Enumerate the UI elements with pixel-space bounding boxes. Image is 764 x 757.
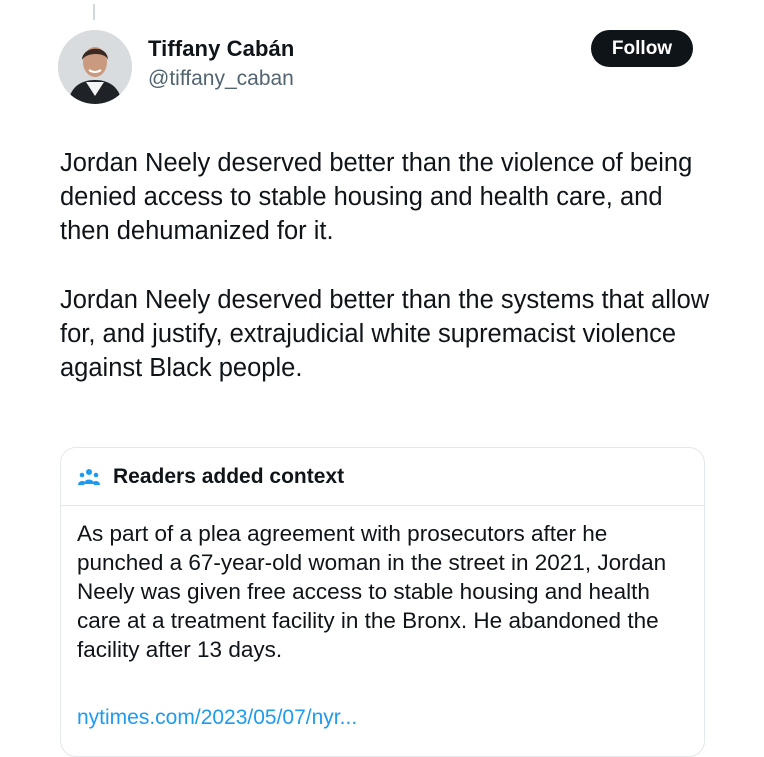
people-group-icon [77,465,101,489]
thread-connector-line [93,4,95,20]
tweet-paragraph: Jordan Neely deserved better than the vi… [60,149,693,245]
community-note-source-link[interactable]: nytimes.com/2023/05/07/nyr... [77,706,357,730]
community-note-body: As part of a plea agreement with prosecu… [77,521,667,662]
author-name[interactable]: Tiffany Cabán [148,36,294,62]
tweet-paragraph: Jordan Neely deserved better than the sy… [60,286,710,382]
community-note-card: Readers added context As part of a plea … [60,447,705,757]
community-note-title: Readers added context [113,464,345,488]
follow-button[interactable]: Follow [591,30,693,67]
author-handle[interactable]: @tiffany_caban [148,67,294,91]
avatar-photo-icon [58,30,132,104]
tweet-text: Jordan Neely deserved better than the vi… [60,146,710,420]
community-note-header: Readers added context [61,448,704,506]
avatar[interactable] [58,30,132,104]
